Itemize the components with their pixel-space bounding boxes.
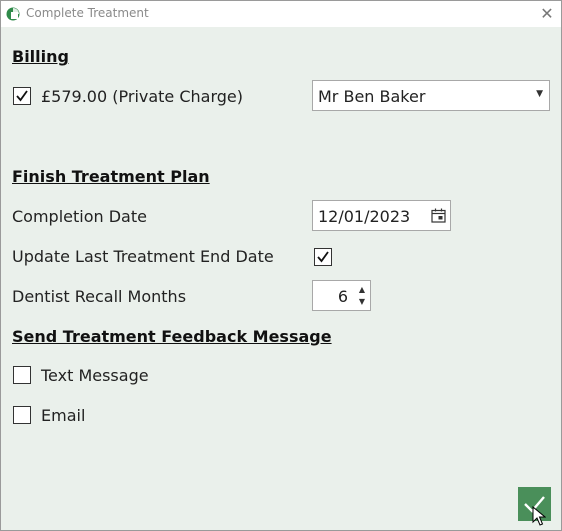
update-last-end-date-checkbox[interactable] [314, 248, 332, 266]
stepper-down-icon[interactable]: ▼ [359, 297, 365, 307]
finish-treatment-plan-heading: Finish Treatment Plan [12, 167, 210, 186]
patient-dropdown[interactable]: Mr Ben Baker ▼ [312, 80, 550, 111]
mouse-cursor-icon [532, 506, 546, 526]
email-label: Email [41, 406, 86, 425]
completion-date-value: 12/01/2023 [318, 207, 411, 226]
recall-months-value: 6 [337, 287, 348, 306]
feedback-message-heading: Send Treatment Feedback Message [12, 327, 332, 346]
text-message-label: Text Message [41, 366, 149, 385]
checkmark-icon [16, 90, 28, 102]
calendar-icon[interactable] [431, 208, 446, 223]
recall-months-stepper[interactable]: 6 ▲ ▼ [312, 280, 371, 311]
email-checkbox[interactable] [13, 406, 31, 424]
billing-heading: Billing [12, 47, 69, 66]
update-last-end-date-label: Update Last Treatment End Date [12, 247, 274, 266]
window-title: Complete Treatment [26, 6, 149, 20]
completion-date-picker[interactable]: 12/01/2023 [312, 200, 451, 231]
private-charge-checkbox[interactable] [13, 87, 31, 105]
dentist-recall-months-label: Dentist Recall Months [12, 287, 187, 306]
text-message-checkbox[interactable] [13, 366, 31, 384]
close-button[interactable]: ✕ [537, 4, 557, 24]
private-charge-label: £579.00 (Private Charge) [41, 87, 244, 106]
app-logo-icon [6, 7, 20, 21]
complete-treatment-dialog: Complete Treatment ✕ Billing £579.00 (Pr… [0, 0, 562, 531]
chevron-down-icon: ▼ [536, 89, 543, 99]
title-bar: Complete Treatment ✕ [1, 1, 561, 27]
patient-dropdown-value: Mr Ben Baker [318, 87, 426, 106]
completion-date-label: Completion Date [12, 207, 147, 226]
stepper-up-icon[interactable]: ▲ [359, 285, 365, 295]
checkmark-icon [317, 251, 329, 263]
